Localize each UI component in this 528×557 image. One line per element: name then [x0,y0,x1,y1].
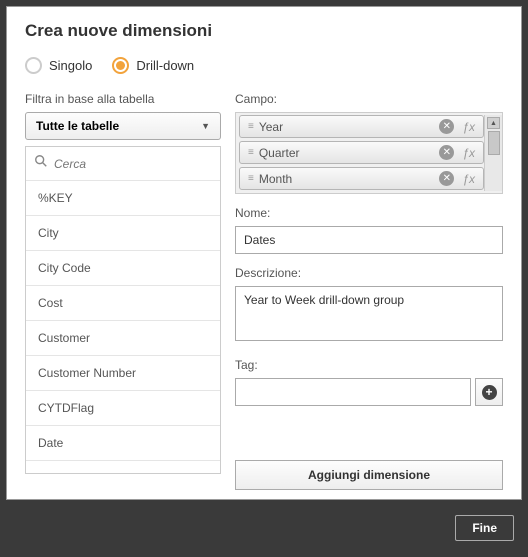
scrollbar[interactable]: ▲ [484,115,502,191]
nome-label: Nome: [235,206,503,220]
field-pill[interactable]: ≡ Year✕ ƒx [239,115,484,138]
list-item[interactable]: Date [26,426,220,461]
list-item[interactable]: City Code [26,251,220,286]
remove-icon[interactable]: ✕ [439,145,454,160]
search-row [26,147,220,181]
tag-input[interactable] [235,378,471,406]
fx-icon[interactable]: ƒx [458,172,479,186]
drag-icon: ≡ [248,147,253,158]
list-item[interactable]: GrossSales [26,461,220,474]
fx-icon[interactable]: ƒx [458,120,479,134]
search-icon [34,154,48,173]
scroll-thumb[interactable] [488,131,500,155]
add-tag-button[interactable]: + [475,378,503,406]
list-item[interactable]: CYTDFlag [26,391,220,426]
table-filter-dropdown[interactable]: Tutte le tabelle ▼ [25,112,221,140]
fine-button[interactable]: Fine [455,515,514,541]
tag-label: Tag: [235,358,503,372]
nome-input[interactable] [235,226,503,254]
chevron-down-icon: ▼ [201,121,210,131]
field-list: %KEYCityCity CodeCostCustomerCustomer Nu… [25,146,221,474]
descrizione-input[interactable] [235,286,503,341]
footer: Fine [0,506,528,550]
list-item[interactable]: %KEY [26,181,220,216]
pill-label: Month [259,172,439,186]
radio-single[interactable]: Singolo [25,57,92,74]
pill-label: Quarter [259,146,439,160]
plus-icon: + [482,385,497,400]
dimension-type-group: Singolo Drill-down [25,57,503,74]
fx-icon[interactable]: ƒx [458,146,479,160]
list-item[interactable]: Cost [26,286,220,321]
drag-icon: ≡ [248,173,253,184]
aggiungi-dimensione-button[interactable]: Aggiungi dimensione [235,460,503,490]
scroll-up-icon[interactable]: ▲ [487,117,500,129]
search-input[interactable] [54,157,212,171]
descrizione-label: Descrizione: [235,266,503,280]
radio-icon [25,57,42,74]
remove-icon[interactable]: ✕ [439,119,454,134]
campo-box: ≡Year✕ƒx≡Quarter✕ƒx≡Month✕ƒx ▲ [235,112,503,194]
dropdown-value: Tutte le tabelle [36,119,119,133]
radio-drilldown-label: Drill-down [136,58,194,73]
list-item[interactable]: Customer Number [26,356,220,391]
campo-label: Campo: [235,92,503,106]
dialog-title: Crea nuove dimensioni [25,21,503,41]
field-pill[interactable]: ≡ Month✕ ƒx [239,167,484,190]
radio-drilldown[interactable]: Drill-down [112,57,194,74]
filter-label: Filtra in base alla tabella [25,92,221,106]
list-item[interactable]: Customer [26,321,220,356]
field-pill[interactable]: ≡ Quarter✕ ƒx [239,141,484,164]
radio-single-label: Singolo [49,58,92,73]
radio-icon [112,57,129,74]
pill-label: Year [259,120,439,134]
remove-icon[interactable]: ✕ [439,171,454,186]
drag-icon: ≡ [248,121,253,132]
list-item[interactable]: City [26,216,220,251]
dialog: Crea nuove dimensioni Singolo Drill-down… [6,6,522,500]
